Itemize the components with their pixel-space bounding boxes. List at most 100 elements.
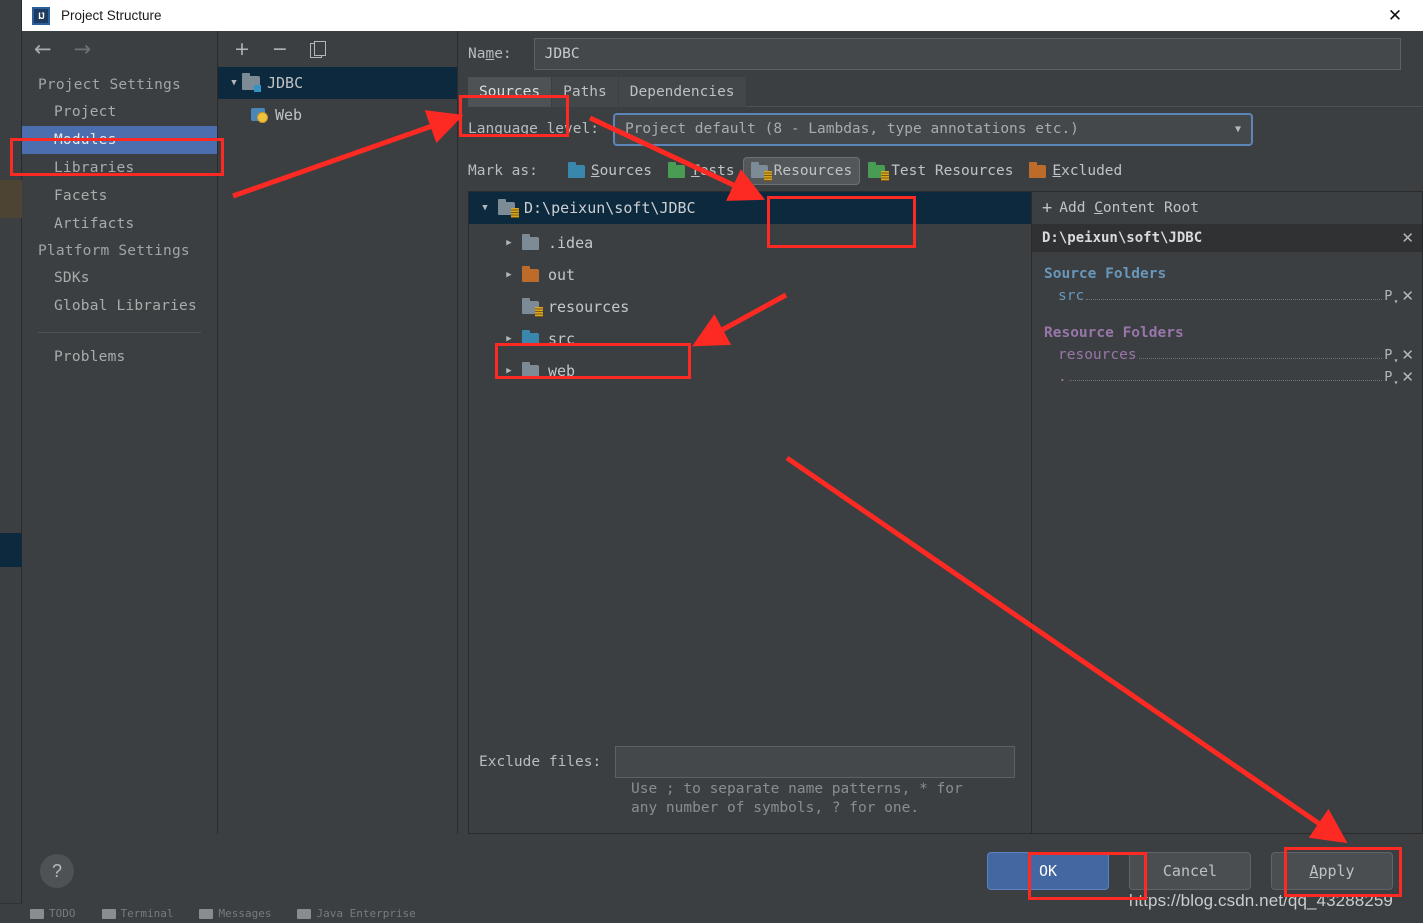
tree-row-web[interactable]: ▶ web [469,355,1031,387]
sidebar-item-modules[interactable]: Modules [22,126,217,154]
chevron-right-icon[interactable]: ▶ [501,334,517,344]
module-name-label: Name: [468,46,512,62]
content-root-header: D:\peixun\soft\JDBC ✕ [1032,224,1422,252]
sidebar-item-global-libraries[interactable]: Global Libraries [22,292,217,320]
tab-paths[interactable]: Paths [552,77,619,107]
chevron-down-icon[interactable]: ▼ [477,203,493,213]
close-icon[interactable]: ✕ [1401,229,1414,247]
content-root-row[interactable]: ▼ D:\peixun\soft\JDBC [469,192,1031,224]
content-root-path: D:\peixun\soft\JDBC [1042,230,1203,246]
intellij-idea-icon: IJ [32,6,50,25]
tab-strip-filler [746,77,1423,107]
resource-folders-title: Resource Folders [1044,325,1184,341]
package-prefix-icon[interactable]: P [1384,288,1398,306]
tree-row-resources[interactable]: resources [469,291,1031,323]
arrow-left-icon[interactable]: ← [34,38,52,60]
add-content-root-button[interactable]: + Add Content Root [1032,192,1422,224]
chevron-right-icon[interactable]: ▶ [501,270,517,280]
copy-icon[interactable] [309,41,326,58]
remove-icon[interactable]: − [272,39,288,59]
settings-sidebar: ← → Project Settings Project Modules Lib… [22,31,218,834]
sidebar-item-artifacts[interactable]: Artifacts [22,210,217,238]
modules-tree: ▼ JDBC Web [218,67,457,834]
tool-window-todo[interactable]: TODO [30,907,76,920]
tab-dependencies[interactable]: Dependencies [618,77,747,107]
module-name-input[interactable] [533,38,1401,70]
exclude-files-area: Exclude files: Use ; to separate name pa… [469,744,1031,833]
tool-window-java-enterprise[interactable]: Java Enterprise [297,907,416,920]
mark-as-tests-button[interactable]: Tests [660,157,743,185]
module-name-row: Name: [458,31,1423,77]
sidebar-item-problems[interactable]: Problems [22,343,217,371]
tree-row-out[interactable]: ▶ out [469,259,1031,291]
module-tabs: Sources Paths Dependencies [468,77,1423,107]
dialog-body: ← → Project Settings Project Modules Lib… [22,31,1423,834]
chevron-down-icon: ▼ [1234,123,1241,135]
source-folder-entry[interactable]: src P ✕ [1032,285,1422,307]
package-prefix-icon[interactable]: P [1384,347,1398,365]
watermark: https://blog.csdn.net/qq_43288259 [1128,891,1393,910]
exclude-files-hint-line1: Use ; to separate name patterns, * for [631,780,963,797]
tree-row-web-label: web [548,362,576,380]
modules-panel: + − ▼ JDBC Web [218,31,458,834]
dotted-leader [1086,299,1383,300]
package-prefix-icon[interactable]: P [1384,369,1398,387]
tree-row-out-label: out [548,266,576,284]
tool-window-terminal[interactable]: Terminal [101,907,173,920]
resource-folder-entry[interactable]: resources P ✕ [1032,344,1422,366]
source-folder-name: src [1058,288,1085,304]
chevron-right-icon[interactable]: ▶ [501,238,517,248]
close-icon[interactable]: ✕ [1401,368,1414,386]
add-icon[interactable]: + [234,39,250,59]
tree-row-resources-label: resources [548,298,630,316]
mark-as-resources-label: Resources [773,163,853,179]
module-editor-main: Name: Sources Paths Dependencies Languag… [458,31,1423,834]
module-tree-item-web[interactable]: Web [218,99,457,131]
folder-icon [522,361,539,378]
language-level-row: Language level: Project default (8 - Lam… [458,107,1423,151]
tab-sources[interactable]: Sources [468,77,553,107]
tree-row-src-label: src [548,330,576,348]
tool-window-java-enterprise-label: Java Enterprise [316,907,416,920]
sources-folder-icon [567,161,585,178]
mark-as-sources-button[interactable]: Sources [560,157,660,185]
tool-window-messages[interactable]: Messages [199,907,271,920]
ok-button[interactable]: OK [987,852,1109,890]
close-icon[interactable]: ✕ [1375,1,1415,31]
arrow-right-icon[interactable]: → [74,38,92,60]
cancel-button[interactable]: Cancel [1129,852,1251,890]
content-split: ▼ D:\peixun\soft\JDBC ▶ .idea ▶ out reso… [458,191,1423,834]
resources-folder-icon [522,297,543,317]
tree-row-idea[interactable]: ▶ .idea [469,227,1031,259]
sidebar-item-facets[interactable]: Facets [22,182,217,210]
content-root-tree-pane: ▼ D:\peixun\soft\JDBC ▶ .idea ▶ out reso… [468,191,1031,834]
mark-as-resources-button[interactable]: Resources [742,157,861,185]
project-structure-dialog: IJ Project Structure ✕ ← → Project Setti… [22,0,1423,910]
folder-icon [522,233,539,250]
close-icon[interactable]: ✕ [1401,287,1414,305]
test-resources-folder-icon [868,161,890,181]
ide-left-strip [0,0,22,923]
close-icon[interactable]: ✕ [1401,346,1414,364]
sidebar-item-libraries[interactable]: Libraries [22,154,217,182]
help-button[interactable]: ? [40,854,74,888]
language-level-value: Project default (8 - Lambdas, type annot… [624,121,1079,137]
resources-folder-icon [750,161,772,181]
language-level-select[interactable]: Project default (8 - Lambdas, type annot… [612,112,1253,146]
mark-as-row: Mark as: Sources Tests Resources Test Re… [458,151,1423,191]
sidebar-item-sdks[interactable]: SDKs [22,264,217,292]
mark-as-excluded-button[interactable]: Excluded [1021,157,1130,185]
resource-folder-entry[interactable]: . P ✕ [1032,366,1422,388]
dialog-titlebar: IJ Project Structure ✕ [22,0,1423,31]
exclude-files-input[interactable] [615,745,1015,778]
mark-as-test-resources-button[interactable]: Test Resources [860,157,1021,185]
apply-button[interactable]: Apply [1271,852,1393,890]
module-tree-item-jdbc[interactable]: ▼ JDBC [218,67,457,99]
chevron-right-icon[interactable]: ▶ [501,366,517,376]
tree-row-src[interactable]: ▶ src [469,323,1031,355]
chevron-down-icon[interactable]: ▼ [226,78,242,88]
sidebar-item-project[interactable]: Project [22,98,217,126]
terminal-icon [101,908,116,919]
modules-toolbar: + − [218,31,457,67]
dialog-actions: OK Cancel Apply [987,852,1393,890]
